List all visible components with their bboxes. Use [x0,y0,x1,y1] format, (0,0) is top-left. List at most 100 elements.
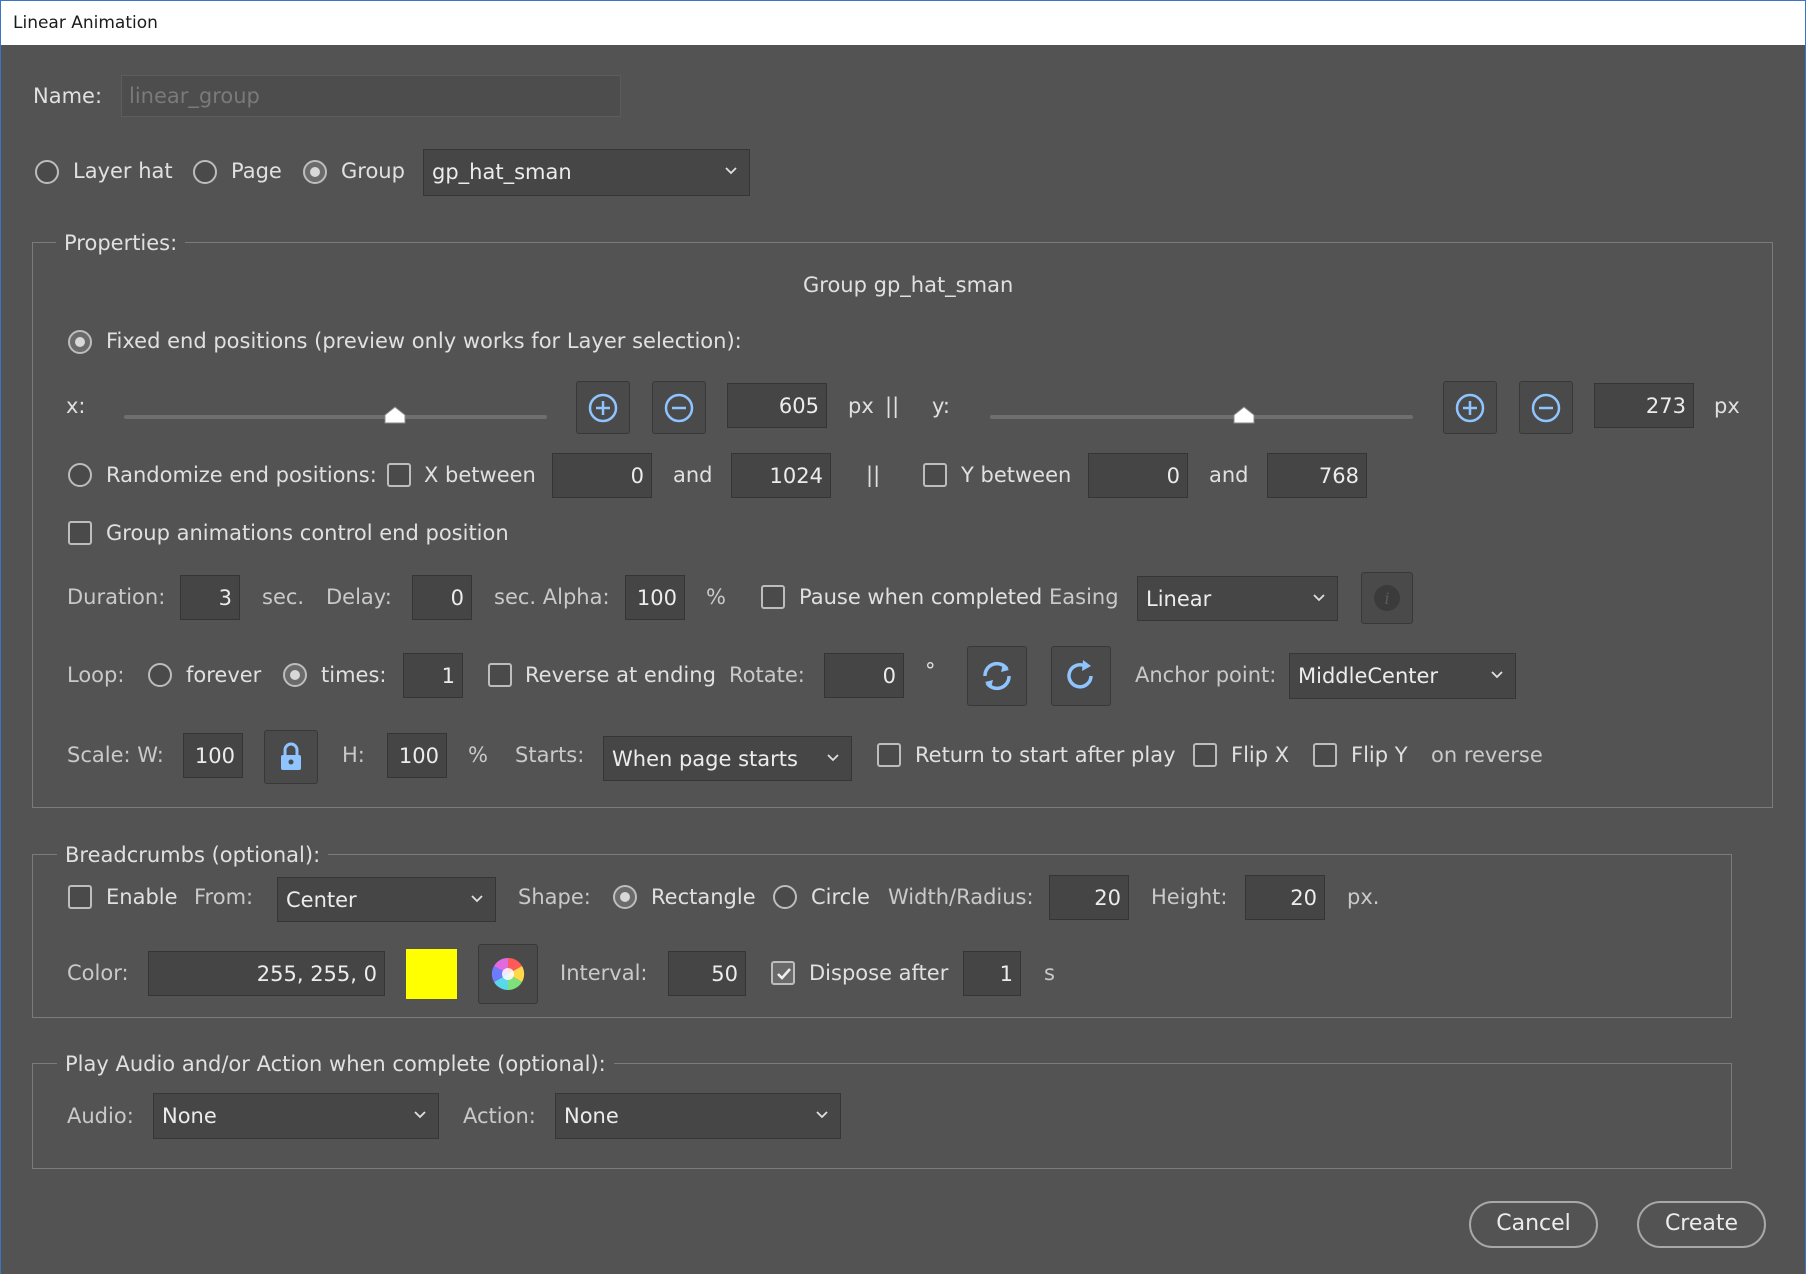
anchor-select[interactable]: MiddleCenter [1289,653,1516,699]
y-between-checkbox[interactable] [923,463,947,487]
rectangle-radio[interactable] [613,885,637,909]
breadcrumbs-title: Breadcrumbs (optional): [57,842,329,868]
lock-icon [281,742,301,770]
delay-field[interactable]: 0 [412,575,472,620]
scale-percent: % [468,743,488,767]
flip-y-label: Flip Y [1351,743,1408,767]
dispose-checkbox[interactable] [771,961,795,985]
color-picker-button[interactable] [478,944,538,1004]
plus-circle-icon [1455,393,1485,422]
breadcrumbs-enable-checkbox[interactable] [68,885,92,909]
fixed-end-radio[interactable] [68,330,92,354]
color-field[interactable]: 255, 255, 0 [148,951,385,996]
flip-y-checkbox[interactable] [1313,743,1337,767]
y-max-field[interactable]: 768 [1267,453,1367,498]
interval-field[interactable]: 50 [668,951,746,996]
y-slider-thumb[interactable] [1232,405,1256,425]
y-between-label: Y between [961,463,1072,487]
chevron-down-icon [827,754,839,762]
chevron-down-icon [1491,671,1503,679]
degree-symbol: ° [925,659,936,683]
x-increase-button[interactable] [576,381,630,434]
y-label: y: [932,394,950,418]
y-slider-track[interactable] [990,415,1413,419]
action-select-value: None [564,1104,619,1128]
reverse-checkbox[interactable] [488,663,512,687]
plus-circle-icon [588,393,618,422]
alpha-field[interactable]: 100 [625,575,685,620]
group-select[interactable]: gp_hat_sman [423,149,750,196]
xy-separator: || [885,394,900,418]
minus-circle-icon [664,393,694,422]
scale-h-field[interactable]: 100 [387,733,447,778]
y-min-field[interactable]: 0 [1088,453,1188,498]
scale-lock-button[interactable] [264,730,318,784]
x-slider-thumb[interactable] [383,405,407,425]
create-button[interactable]: Create [1637,1201,1766,1248]
x-value-field[interactable]: 605 [727,383,827,428]
x-min-field[interactable]: 0 [552,453,652,498]
page-radio[interactable] [193,160,217,184]
seconds-label: s [1044,961,1055,985]
color-swatch[interactable] [406,949,457,999]
width-radius-label: Width/Radius: [888,885,1034,909]
name-input[interactable]: linear_group [121,75,621,117]
random-separator: || [866,463,881,487]
shape-label: Shape: [518,885,591,909]
randomize-radio[interactable] [68,463,92,487]
dispose-field[interactable]: 1 [963,951,1021,996]
x-unit: px [848,394,874,418]
flip-x-checkbox[interactable] [1193,743,1217,767]
chevron-down-icon [725,167,737,175]
x-slider-track[interactable] [124,415,547,419]
from-select[interactable]: Center [277,877,496,922]
starts-select[interactable]: When page starts [603,736,852,781]
scale-w-field[interactable]: 100 [183,733,243,778]
anchor-label: Anchor point: [1135,663,1277,687]
x-decrease-button[interactable] [652,381,706,434]
rotate-cycle-button[interactable] [967,646,1027,706]
rotate-field[interactable]: 0 [824,653,904,698]
chevron-down-icon [816,1111,828,1119]
times-radio[interactable] [283,663,307,687]
return-checkbox[interactable] [877,743,901,767]
group-control-label: Group animations control end position [106,521,509,545]
rotate-clockwise-button[interactable] [1051,646,1111,706]
audio-select[interactable]: None [153,1093,439,1139]
scale-h-label: H: [342,743,365,767]
duration-label: Duration: [67,585,166,609]
duration-field[interactable]: 3 [180,575,240,620]
circle-radio[interactable] [773,885,797,909]
window-frame-left [0,45,1,1274]
dispose-label: Dispose after [809,961,949,985]
x-max-field[interactable]: 1024 [731,453,831,498]
cancel-button[interactable]: Cancel [1469,1201,1598,1248]
circle-label: Circle [811,885,870,909]
alpha-percent: % [706,585,726,609]
reverse-label: Reverse at ending [525,663,716,687]
easing-info-button[interactable]: i [1361,572,1413,624]
group-control-checkbox[interactable] [68,521,92,545]
y-value-field[interactable]: 273 [1594,383,1694,428]
pause-checkbox[interactable] [761,585,785,609]
width-radius-field[interactable]: 20 [1049,875,1129,920]
y-decrease-button[interactable] [1519,381,1573,434]
action-select[interactable]: None [555,1093,841,1139]
height-field[interactable]: 20 [1245,875,1325,920]
y-and-label: and [1209,463,1249,487]
easing-select[interactable]: Linear [1137,576,1338,621]
delay-label: Delay: [326,585,392,609]
layer-hat-radio[interactable] [35,160,59,184]
forever-radio[interactable] [148,663,172,687]
x-label: x: [66,394,86,418]
return-label: Return to start after play [915,743,1176,767]
group-radio[interactable] [303,160,327,184]
properties-title: Properties: [56,230,186,256]
name-label: Name: [33,84,103,108]
y-increase-button[interactable] [1443,381,1497,434]
minus-circle-icon [1531,393,1561,422]
on-reverse-label: on reverse [1431,743,1543,767]
times-field[interactable]: 1 [403,653,463,698]
x-between-checkbox[interactable] [387,463,411,487]
easing-select-value: Linear [1146,587,1212,611]
